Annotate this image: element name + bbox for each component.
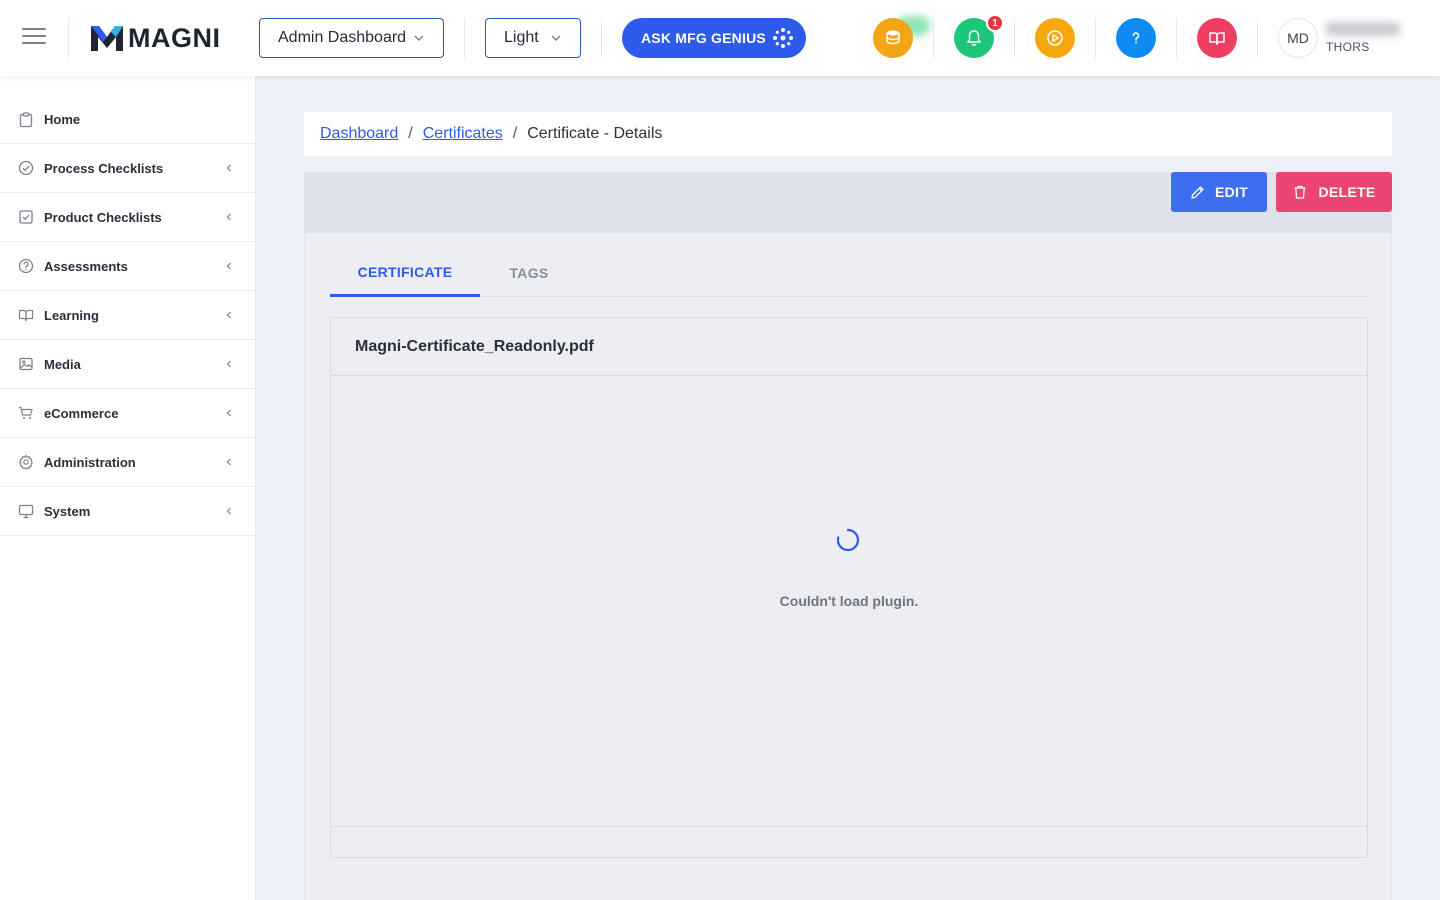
file-preview-panel: Magni-Certificate_Readonly.pdf Couldn't … — [330, 317, 1368, 858]
sidebar-item-administration[interactable]: Administration — [0, 438, 255, 487]
sidebar-item-label: Administration — [44, 454, 136, 470]
sidebar-item-assessments[interactable]: Assessments — [0, 242, 255, 291]
header-divider — [1014, 18, 1015, 58]
sidebar-item-label: Product Checklists — [44, 209, 162, 225]
chevron-left-icon — [226, 311, 231, 319]
hamburger-menu-icon[interactable] — [22, 28, 46, 48]
sidebar-item-label: eCommerce — [44, 405, 119, 421]
book-open-icon — [1209, 32, 1225, 45]
header-divider — [1176, 18, 1177, 58]
question-mark-icon — [1132, 32, 1140, 44]
sidebar: Home Process Checklists Product Checklis… — [0, 76, 256, 900]
chevron-down-icon — [414, 35, 424, 42]
chevron-left-icon — [226, 507, 231, 515]
dashboard-select-value: Admin Dashboard — [278, 29, 407, 46]
header-divider — [1095, 18, 1096, 58]
sidebar-item-learning[interactable]: Learning — [0, 291, 255, 340]
breadcrumb-current: Certificate - Details — [527, 125, 663, 142]
sidebar-nav-list: Home Process Checklists Product Checklis… — [0, 96, 255, 536]
pdf-viewer[interactable]: Couldn't load plugin. — [331, 375, 1367, 827]
sidebar-item-label: Media — [44, 356, 81, 372]
notification-count-badge: 1 — [986, 14, 1004, 32]
ask-mfg-genius-label: ASK MFG GENIUS — [641, 30, 766, 46]
trash-icon — [1294, 185, 1306, 199]
breadcrumb-separator: / — [408, 125, 413, 142]
cart-icon — [18, 405, 34, 421]
sidebar-item-home[interactable]: Home — [0, 96, 255, 144]
logo-text: MAGNI — [128, 23, 221, 53]
theme-select-value: Light — [504, 29, 539, 46]
header-divider — [464, 18, 465, 58]
tab-tags[interactable]: TAGS — [480, 249, 578, 297]
theme-select[interactable]: Light — [485, 18, 581, 58]
book-open-icon — [18, 307, 34, 323]
coins-icon — [886, 30, 900, 45]
user-organization: THORS — [1326, 40, 1370, 54]
loading-spinner-icon — [836, 528, 860, 552]
user-name-redacted[interactable] — [1326, 22, 1400, 36]
bell-icon — [967, 30, 981, 46]
sidebar-item-label: Assessments — [44, 258, 128, 274]
magni-logo[interactable]: MAGNI — [90, 24, 221, 52]
clipboard-icon — [18, 111, 34, 128]
chevron-left-icon — [226, 164, 231, 172]
gear-icon — [18, 454, 34, 470]
check-square-icon — [18, 209, 34, 225]
breadcrumb-link-dashboard[interactable]: Dashboard — [320, 125, 398, 143]
edit-button-label: EDIT — [1214, 184, 1249, 200]
sidebar-item-label: Process Checklists — [44, 160, 164, 176]
chevron-left-icon — [226, 360, 231, 368]
header-divider — [1257, 18, 1258, 58]
user-avatar[interactable]: MD — [1278, 18, 1318, 58]
sidebar-item-label: Home — [44, 112, 81, 127]
sidebar-item-media[interactable]: Media — [0, 340, 255, 389]
notifications-button[interactable]: 1 — [954, 14, 1004, 58]
header-divider — [601, 18, 602, 58]
coins-button[interactable] — [873, 18, 913, 58]
top-header: MAGNI Admin Dashboard Light ASK MFG GENI… — [0, 0, 1440, 76]
monitor-icon — [18, 503, 34, 519]
breadcrumb-link-certificates[interactable]: Certificates — [423, 125, 503, 143]
breadcrumb-separator: / — [512, 125, 518, 142]
avatar-initials: MD — [1287, 30, 1309, 46]
sidebar-item-system[interactable]: System — [0, 487, 255, 536]
check-circle-icon — [18, 160, 34, 176]
image-icon — [18, 356, 34, 372]
sidebar-item-process-checklists[interactable]: Process Checklists — [0, 144, 255, 193]
chevron-left-icon — [226, 213, 231, 221]
sidebar-item-label: Learning — [44, 307, 99, 323]
chevron-left-icon — [226, 409, 231, 417]
delete-button-label: DELETE — [1318, 184, 1376, 200]
header-divider — [68, 18, 69, 58]
chevron-left-icon — [226, 262, 231, 270]
chevron-down-icon — [551, 35, 561, 42]
sparkle-icon — [772, 28, 793, 48]
magni-logo-mark-icon — [91, 26, 123, 51]
sidebar-item-ecommerce[interactable]: eCommerce — [0, 389, 255, 438]
dashboard-select[interactable]: Admin Dashboard — [259, 18, 444, 58]
certificate-details-card: CERTIFICATE TAGS Magni-Certificate_Reado… — [304, 233, 1392, 900]
documentation-button[interactable] — [1197, 18, 1237, 58]
pencil-icon — [1191, 185, 1204, 199]
play-circle-icon — [1047, 30, 1063, 46]
tutorial-video-button[interactable] — [1035, 18, 1075, 58]
file-name: Magni-Certificate_Readonly.pdf — [355, 338, 594, 355]
sidebar-item-product-checklists[interactable]: Product Checklists — [0, 193, 255, 242]
details-tabs: CERTIFICATE TAGS — [330, 249, 1368, 297]
viewer-error-message: Couldn't load plugin. — [779, 593, 919, 609]
header-divider — [933, 18, 934, 58]
delete-button[interactable]: DELETE — [1276, 172, 1392, 212]
help-button[interactable] — [1116, 18, 1156, 58]
breadcrumb: Dashboard / Certificates / Certificate -… — [304, 112, 1392, 156]
ask-mfg-genius-button[interactable]: ASK MFG GENIUS — [622, 18, 806, 58]
tab-certificate[interactable]: CERTIFICATE — [330, 249, 480, 297]
chevron-left-icon — [226, 458, 231, 466]
sidebar-item-label: System — [44, 503, 91, 519]
edit-button[interactable]: EDIT — [1171, 172, 1267, 212]
question-circle-icon — [18, 258, 34, 274]
